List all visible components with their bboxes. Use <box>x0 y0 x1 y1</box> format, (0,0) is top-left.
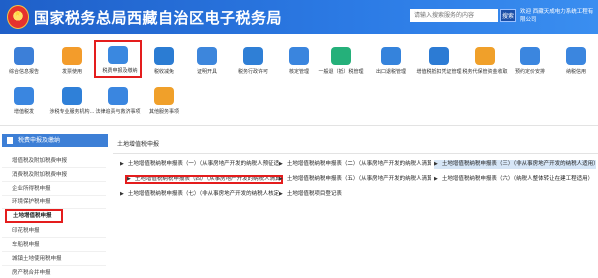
menu-item-credit[interactable]: 纳税信用 <box>552 41 598 79</box>
arrow-right-icon: ▶ <box>279 176 283 182</box>
divider <box>113 153 598 154</box>
arrow-right-icon: ▶ <box>279 191 283 197</box>
form-link[interactable]: ▶ 土地增值税纳税申报表（七）（非从事房地产开发的纳税人核定… <box>120 190 280 199</box>
form-link[interactable]: ▶ 土地增值税项目登记表 <box>279 190 431 199</box>
certificate-icon <box>197 47 217 65</box>
arrow-right-icon: ▶ <box>279 161 283 167</box>
sidebar-item[interactable]: 土地增值税申报 <box>5 209 63 223</box>
form-link-label: 土地增值税纳税申报表（七）（非从事房地产开发的纳税人核定… <box>127 191 280 197</box>
sidebar-header: 税费申报及缴纳 <box>2 134 108 147</box>
main-content: 土地增值税申报 ▶ 土地增值税纳税申报表（一）（从事房地产开发的纳税人预征适… ▶ 土… <box>113 128 598 278</box>
sidebar-item[interactable]: 增值税及附加税费申报 <box>2 154 106 168</box>
form-link-label: 土地增值税纳税申报表（三）（非从事房地产开发的纳税人适用） <box>441 161 596 167</box>
menu-item-export-refund[interactable]: 出口退税管理 <box>367 41 415 79</box>
form-link-label: 土地增值税纳税申报表（二）（从事房地产开发的纳税人清算适… <box>286 161 431 167</box>
sidebar-item[interactable]: 城镇土地使用税申报 <box>2 252 106 266</box>
legal-icon <box>108 87 128 105</box>
arrow-right-icon: ▶ <box>434 176 438 182</box>
form-link[interactable]: ▶ 土地增值税纳税申报表（五）（从事房地产开发的纳税人清算方… <box>279 175 431 184</box>
user-info[interactable]: 欢迎 西藏天成电力系统工程有限公司 <box>520 8 596 24</box>
menu-item-refund[interactable]: 一般退（抵）税管理 <box>317 41 365 79</box>
fund-custody-icon <box>475 47 495 65</box>
service-menu: 综合信息报告 发票使用 税费申报及缴纳 税收减免 证明开具 税务行政许可 核定管理 一般退（抵… <box>0 34 598 122</box>
document-icon <box>7 137 13 144</box>
invoice-icon <box>62 47 82 65</box>
menu-item-other-service[interactable]: 其他服务事项 <box>140 81 188 119</box>
sidebar-item[interactable]: 企业所得税申报 <box>2 182 106 196</box>
arrow-right-icon: ▶ <box>120 191 124 197</box>
menu-item-invoice[interactable]: 发票使用 <box>48 41 96 79</box>
refund-icon <box>331 47 351 65</box>
form-link-label: 土地增值税项目登记表 <box>286 191 342 197</box>
search-button[interactable]: 搜索 <box>500 9 516 22</box>
admin-permit-icon <box>243 47 263 65</box>
credit-icon <box>566 47 586 65</box>
tax-reduction-icon <box>154 47 174 65</box>
form-link[interactable]: ▶ 土地增值税纳税申报表（一）（从事房地产开发的纳税人预征适… <box>120 160 280 169</box>
divider <box>0 125 598 126</box>
vat-deduction-icon <box>429 47 449 65</box>
menu-item-label: 纳税信用 <box>565 69 586 75</box>
arrow-right-icon: ▶ <box>120 161 124 167</box>
form-link[interactable]: ▶ 土地增值税纳税申报表（六）（纳税人整体转让在建工程适用） <box>434 175 596 184</box>
export-refund-icon <box>381 47 401 65</box>
form-link-label: 土地增值税纳税申报表（四）（从事房地产开发的纳税人清算后… <box>134 176 283 182</box>
sidebar-item[interactable]: 车船税申报 <box>2 238 106 252</box>
form-link-label: 土地增值税纳税申报表（五）（从事房地产开发的纳税人清算方… <box>286 176 431 182</box>
site-title: 国家税务总局西藏自治区电子税务局 <box>34 10 283 27</box>
tax-declare-icon <box>108 46 128 64</box>
sidebar-item[interactable]: 印花税申报 <box>2 224 106 238</box>
sidebar-item[interactable]: 消费税及附加税费申报 <box>2 168 106 182</box>
form-link-label: 土地增值税纳税申报表（一）（从事房地产开发的纳税人预征适… <box>127 161 280 167</box>
pricing-icon <box>520 47 540 65</box>
agency-icon <box>62 87 82 105</box>
arrow-right-icon: ▶ <box>434 161 438 167</box>
menu-item-info-report[interactable]: 综合信息报告 <box>0 41 48 79</box>
menu-item-label: 其他服务事项 <box>148 109 179 115</box>
sidebar: 税费申报及缴纳 增值税及附加税费申报 消费税及附加税费申报 企业所得税申报 环境保护税… <box>0 128 108 278</box>
form-link[interactable]: ▶ 土地增值税纳税申报表（四）（从事房地产开发的纳税人清算后… <box>125 175 283 184</box>
other-service-icon <box>154 87 174 105</box>
verify-manage-icon <box>289 47 309 65</box>
search-input[interactable] <box>410 9 498 22</box>
page-title: 土地增值税申报 <box>117 141 160 148</box>
menu-item-vat-invoice[interactable]: 增值税发 <box>0 81 48 119</box>
sidebar-item[interactable]: 环境保护税申报 <box>2 195 106 209</box>
sidebar-header-label: 税费申报及缴纳 <box>18 137 61 144</box>
tax-emblem-icon: ★ <box>7 5 29 29</box>
top-banner: ★ 国家税务总局西藏自治区电子税务局 搜索 欢迎 西藏天成电力系统工程有限公司 <box>0 0 598 34</box>
vat-invoice-icon <box>14 87 34 105</box>
arrow-right-icon: ▶ <box>127 176 131 182</box>
form-link[interactable]: ▶ 土地增值税纳税申报表（三）（非从事房地产开发的纳税人适用） <box>434 160 596 169</box>
form-link-label: 土地增值税纳税申报表（六）（纳税人整体转让在建工程适用） <box>441 176 594 182</box>
info-report-icon <box>14 47 34 65</box>
form-link[interactable]: ▶ 土地增值税纳税申报表（二）（从事房地产开发的纳税人清算适… <box>279 160 431 169</box>
sidebar-item[interactable]: 房产税合并申报 <box>2 266 106 278</box>
